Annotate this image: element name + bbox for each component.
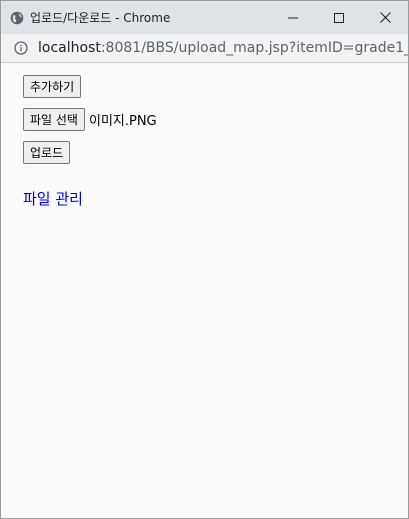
url-path: :8081/BBS/upload_map.jsp?itemID=grade1_i… xyxy=(100,40,408,56)
file-manage-link[interactable]: 파일 관리 xyxy=(23,188,83,209)
url-text[interactable]: localhost:8081/BBS/upload_map.jsp?itemID… xyxy=(38,40,408,56)
window-title: 업로드/다운로드 - Chrome xyxy=(30,11,171,25)
browser-window: 업로드/다운로드 - Chrome localhost:8081/BBS/upl… xyxy=(0,0,409,519)
close-icon xyxy=(379,12,391,23)
globe-icon xyxy=(10,11,24,25)
minimize-icon xyxy=(288,17,298,18)
minimize-button[interactable] xyxy=(270,1,316,34)
title-bar[interactable]: 업로드/다운로드 - Chrome xyxy=(1,1,408,34)
maximize-button[interactable] xyxy=(316,1,362,34)
selected-file-name: 이미지.PNG xyxy=(88,114,157,129)
close-button[interactable] xyxy=(362,1,408,34)
add-button[interactable]: 추가하기 xyxy=(23,75,82,98)
info-icon[interactable] xyxy=(14,41,28,55)
page-content: 추가하기 파일 선택 이미지.PNG 업로드 파일 관리 xyxy=(1,63,408,209)
file-select-button[interactable]: 파일 선택 xyxy=(23,108,85,131)
window-controls xyxy=(270,1,408,34)
maximize-icon xyxy=(334,12,344,23)
address-bar[interactable]: localhost:8081/BBS/upload_map.jsp?itemID… xyxy=(1,34,408,63)
url-host: localhost xyxy=(38,40,101,56)
upload-button[interactable]: 업로드 xyxy=(23,141,71,164)
